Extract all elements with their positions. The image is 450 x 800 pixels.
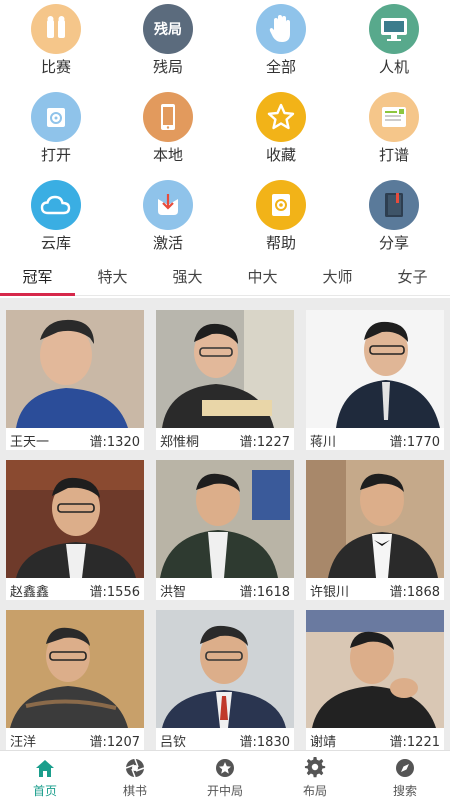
hand-icon [256,4,306,54]
nav-layout[interactable]: 布局 [270,751,360,800]
player-name: 王天一 [10,435,50,450]
grid-label: 激活 [152,234,183,252]
nav-label: 开中局 [206,784,243,798]
player-game-count: 谱:1227 [239,435,290,450]
grid-item-ai[interactable]: 人机 [338,0,450,88]
player-game-count: 谱:1556 [89,585,140,600]
home-icon [36,760,54,777]
help-icon [256,180,306,230]
tab-strong-grandmaster[interactable]: 强大 [150,258,225,296]
grid-item-endgame[interactable]: 残局 残局 [112,0,224,88]
cloud-icon [31,180,81,230]
tab-champion[interactable]: 冠军 [0,258,75,296]
star-circle-icon [216,759,234,777]
gear-icon [304,757,326,778]
grid-label: 残局 [152,58,183,76]
player-game-count: 谱:1770 [389,435,440,450]
player-game-count: 谱:1221 [389,735,440,750]
grid-label: 打开 [40,146,71,164]
tab-women[interactable]: 女子 [375,258,450,296]
player-grid: 王天一 谱:1320 郑惟桐 谱:1227 蒋川 谱:1770 赵鑫鑫 谱:15… [0,298,450,750]
grid-label: 本地 [152,146,183,164]
folder-open-icon [31,92,81,142]
nav-opening-middlegame[interactable]: 开中局 [180,751,270,800]
player-game-count: 谱:1618 [239,585,290,600]
endgame-icon-text: 残局 [154,22,182,38]
tab-master[interactable]: 大师 [300,258,375,296]
player-game-count: 谱:1320 [89,435,140,450]
player-card[interactable]: 王天一 谱:1320 [6,310,144,450]
player-card[interactable]: 谢靖 谱:1221 [306,610,444,750]
player-name: 吕钦 [160,735,187,750]
player-photo [156,610,294,728]
nav-search[interactable]: 搜索 [360,751,450,800]
grid-label: 全部 [265,58,296,76]
player-name: 郑惟桐 [160,435,200,450]
player-card[interactable]: 赵鑫鑫 谱:1556 [6,460,144,600]
grid-label: 分享 [378,234,409,252]
player-name: 赵鑫鑫 [10,585,50,600]
grid-label: 人机 [378,58,409,76]
tab-grandmaster[interactable]: 中大 [225,258,300,296]
notebook-icon [369,92,419,142]
player-name: 许银川 [310,585,350,600]
bottom-navigation: 首页 棋书 开中局 布局 搜索 [0,750,450,800]
grid-label: 帮助 [265,234,296,252]
player-card[interactable]: 吕钦 谱:1830 [156,610,294,750]
phone-icon [143,92,193,142]
computer-icon [369,4,419,54]
grid-item-open[interactable]: 打开 [0,88,112,176]
player-name: 谢靖 [310,735,337,750]
feature-grid: 比赛 残局 残局 全部 人机 打开 本地 收藏 打谱 云库 激活 帮助 分享 [0,0,450,256]
player-photo [156,310,294,428]
nav-home[interactable]: 首页 [0,751,90,800]
trophy-icon [31,4,81,54]
player-photo [306,460,444,578]
grid-label: 打谱 [378,146,409,164]
activate-icon [143,180,193,230]
category-tabs: 冠军 特大 强大 中大 大师 女子 [0,258,450,296]
player-name: 蒋川 [310,435,337,450]
grid-item-help[interactable]: 帮助 [225,176,337,264]
grid-item-share[interactable]: 分享 [338,176,450,264]
grid-item-favorites[interactable]: 收藏 [225,88,337,176]
grid-item-activate[interactable]: 激活 [112,176,224,264]
active-tab-indicator [0,293,75,296]
nav-label: 首页 [32,784,57,798]
player-photo [6,310,144,428]
grid-label: 比赛 [40,58,71,76]
player-photo [306,310,444,428]
compass-icon [396,759,414,777]
player-game-count: 谱:1868 [389,585,440,600]
star-icon [256,92,306,142]
player-card[interactable]: 蒋川 谱:1770 [306,310,444,450]
nav-label: 搜索 [392,784,417,798]
grid-item-record[interactable]: 打谱 [338,88,450,176]
player-game-count: 谱:1830 [239,735,290,750]
grid-item-competition[interactable]: 比赛 [0,0,112,88]
grid-label: 收藏 [265,146,296,164]
player-card[interactable]: 郑惟桐 谱:1227 [156,310,294,450]
endgame-icon: 残局 [143,4,193,54]
player-name: 汪洋 [10,735,37,750]
tab-super-grandmaster[interactable]: 特大 [75,258,150,296]
aperture-icon [125,758,145,778]
share-icon [369,180,419,230]
player-card[interactable]: 洪智 谱:1618 [156,460,294,600]
grid-item-all[interactable]: 全部 [225,0,337,88]
player-photo [6,610,144,728]
player-photo [156,460,294,578]
player-game-count: 谱:1207 [89,735,140,750]
player-photo [306,610,444,728]
grid-item-local[interactable]: 本地 [112,88,224,176]
player-name: 洪智 [160,585,187,600]
nav-label: 布局 [302,784,327,798]
nav-label: 棋书 [122,784,147,798]
grid-label: 云库 [40,234,71,252]
player-photo [6,460,144,578]
nav-chess-books[interactable]: 棋书 [90,751,180,800]
grid-item-cloud[interactable]: 云库 [0,176,112,264]
player-card[interactable]: 许银川 谱:1868 [306,460,444,600]
player-card[interactable]: 汪洋 谱:1207 [6,610,144,750]
